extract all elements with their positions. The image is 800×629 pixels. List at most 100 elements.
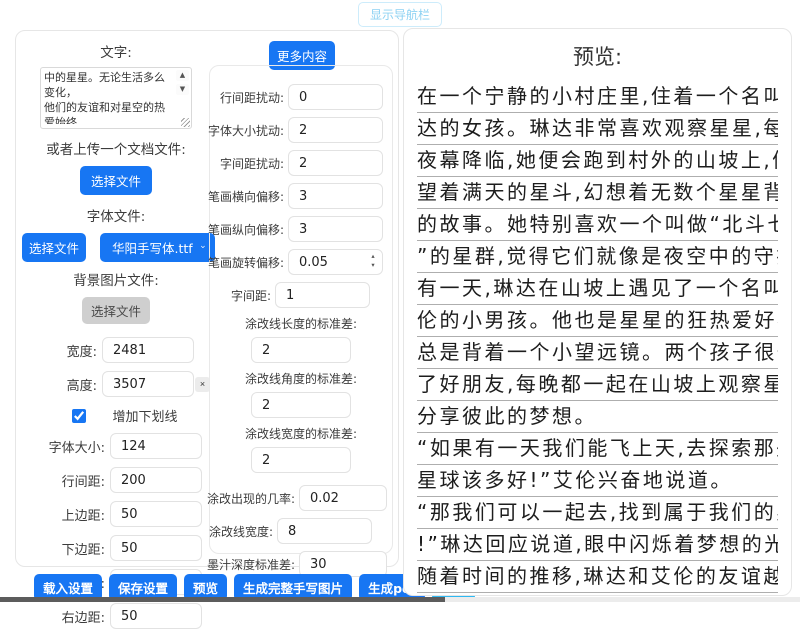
correction-width-input[interactable] bbox=[277, 518, 372, 544]
close-icon[interactable]: × bbox=[195, 377, 210, 392]
font-size-label: 字体大小: bbox=[49, 437, 105, 456]
settings-panel: 文字: 中的星星。无论生活多么变化， 他们的友谊和对星空的热爱始终 闪耀着光芒。… bbox=[15, 30, 399, 567]
correction-width-std-input[interactable] bbox=[251, 447, 351, 473]
top-margin-input[interactable] bbox=[110, 501, 202, 527]
right-margin-label: 右边距: bbox=[62, 607, 105, 626]
spinner-up-icon[interactable]: ▴ bbox=[371, 252, 374, 260]
doc-choose-file-button[interactable]: 选择文件 bbox=[80, 166, 152, 195]
preview-title: 预览: bbox=[404, 41, 791, 71]
height-label: 高度: bbox=[67, 375, 97, 394]
handwriting-line: 在一个宁静的小村庄里,住着一个名叫琳 bbox=[417, 81, 778, 113]
handwriting-line: !”琳达回应说道,眼中闪烁着梦想的光芒。 bbox=[417, 529, 778, 561]
number-spinner[interactable]: ▴ ▾ bbox=[369, 252, 377, 270]
handwriting-line: 伦的小男孩。他也是星星的狂热爱好者, bbox=[417, 305, 778, 337]
line-spacing-row: 行间距: bbox=[16, 467, 202, 493]
right-margin-row: 右边距: bbox=[16, 603, 202, 629]
bg-image-label: 背景图片文件: bbox=[16, 269, 216, 289]
font-file-label: 字体文件: bbox=[16, 205, 216, 225]
correction-length-std-label: 涂改线长度的标准差: bbox=[210, 315, 392, 332]
handwriting-line: 分享彼此的梦想。 bbox=[417, 401, 778, 433]
font-file-row: 选择文件 华阳手写体.ttf ⌄ bbox=[22, 233, 216, 262]
charspacing-label: 字间距: bbox=[231, 287, 271, 304]
show-navbar-button[interactable]: 显示导航栏 bbox=[358, 2, 442, 27]
line-jitter-row: 行间距扰动: bbox=[210, 84, 383, 110]
correction-width-std-row: 涂改线宽度的标准差: bbox=[210, 425, 392, 473]
handwriting-line: 了好朋友,每晚都一起在山坡上观察星星, bbox=[417, 369, 778, 401]
stroke-rotation-row: 笔画旋转偏移: ▴ ▾ bbox=[210, 249, 383, 275]
spinner-down-icon[interactable]: ▾ bbox=[371, 261, 374, 269]
height-row: 高度: × bbox=[16, 371, 194, 397]
bg-choose-file-button[interactable]: 选择文件 bbox=[82, 297, 150, 324]
chevron-down-icon: ⌄ bbox=[199, 241, 207, 251]
scrollbar-thumb[interactable] bbox=[0, 597, 445, 602]
handwriting-line: 星球该多好!”艾伦兴奋地说道。 bbox=[417, 465, 778, 497]
correction-probability-label: 涂改出现的几率: bbox=[207, 490, 295, 507]
width-row: 宽度: bbox=[16, 337, 194, 363]
text-input[interactable]: 中的星星。无论生活多么变化， 他们的友谊和对星空的热爱始终 闪耀着光芒。 bbox=[44, 70, 174, 124]
stroke-h-offset-row: 笔画横向偏移: bbox=[210, 183, 383, 209]
line-jitter-label: 行间距扰动: bbox=[220, 89, 284, 106]
bottom-margin-input[interactable] bbox=[110, 535, 202, 561]
stroke-v-offset-input[interactable] bbox=[288, 216, 383, 242]
charspacing-jitter-label: 字间距扰动: bbox=[220, 155, 284, 172]
handwriting-line: 随着时间的推移,琳达和艾伦的友谊越 bbox=[417, 561, 778, 593]
stroke-h-offset-label: 笔画横向偏移: bbox=[208, 188, 284, 205]
underline-label: 增加下划线 bbox=[112, 406, 177, 425]
right-margin-input[interactable] bbox=[110, 603, 202, 629]
correction-width-label: 涂改线宽度: bbox=[209, 523, 273, 540]
top-margin-label: 上边距: bbox=[62, 505, 105, 524]
underline-row: 增加下划线 bbox=[34, 406, 216, 425]
preview-panel: 预览: 在一个宁静的小村庄里,住着一个名叫琳 达的女孩。琳达非常喜欢观察星星,每… bbox=[403, 28, 792, 596]
handwriting-line: “如果有一天我们能飞上天,去探索那些星 bbox=[417, 433, 778, 465]
handwriting-line: ”的星群,觉得它们就像是夜空中的守护者。 bbox=[417, 241, 778, 273]
scroll-down-icon[interactable]: ▼ bbox=[176, 84, 189, 95]
line-spacing-input[interactable] bbox=[110, 467, 202, 493]
correction-width-row: 涂改线宽度: bbox=[210, 518, 372, 544]
handwriting-line: 来越深厚,他们开始制定一个大胆的计划 bbox=[417, 593, 778, 596]
height-input[interactable] bbox=[102, 371, 194, 397]
handwriting-line: 夜幕降临,她便会跑到村外的山坡上,仰 bbox=[417, 145, 778, 177]
fontsize-jitter-row: 字体大小扰动: bbox=[210, 117, 383, 143]
stroke-rotation-label: 笔画旋转偏移: bbox=[208, 254, 284, 271]
charspacing-input[interactable] bbox=[275, 282, 370, 308]
correction-length-std-row: 涂改线长度的标准差: bbox=[210, 315, 392, 363]
font-select-value: 华阳手写体.ttf bbox=[112, 241, 193, 256]
handwriting-line: “那我们可以一起去,找到属于我们的星星 bbox=[417, 497, 778, 529]
charspacing-row: 字间距: bbox=[210, 282, 370, 308]
correction-angle-std-row: 涂改线角度的标准差: bbox=[210, 370, 392, 418]
scroll-up-icon[interactable]: ▲ bbox=[176, 70, 189, 81]
font-size-input[interactable] bbox=[110, 433, 202, 459]
handwriting-preview: 在一个宁静的小村庄里,住着一个名叫琳 达的女孩。琳达非常喜欢观察星星,每当 夜幕… bbox=[417, 81, 778, 596]
handwriting-line: 的故事。她特别喜欢一个叫做“北斗七星 bbox=[417, 209, 778, 241]
handwriting-line: 达的女孩。琳达非常喜欢观察星星,每当 bbox=[417, 113, 778, 145]
top-margin-row: 上边距: bbox=[16, 501, 202, 527]
text-input-wrapper: 中的星星。无论生活多么变化， 他们的友谊和对星空的热爱始终 闪耀着光芒。 ▲ ▼ bbox=[40, 67, 192, 129]
stroke-v-offset-label: 笔画纵向偏移: bbox=[208, 221, 284, 238]
charspacing-jitter-row: 字间距扰动: bbox=[210, 150, 383, 176]
handwriting-line: 望着满天的星斗,幻想着无数个星星背后 bbox=[417, 177, 778, 209]
stroke-v-offset-row: 笔画纵向偏移: bbox=[210, 216, 383, 242]
line-jitter-input[interactable] bbox=[288, 84, 383, 110]
underline-checkbox[interactable] bbox=[72, 409, 86, 423]
width-input[interactable] bbox=[102, 337, 194, 363]
text-label: 文字: bbox=[16, 41, 216, 61]
charspacing-jitter-input[interactable] bbox=[288, 150, 383, 176]
bottom-margin-row: 下边距: bbox=[16, 535, 202, 561]
font-select[interactable]: 华阳手写体.ttf ⌄ bbox=[100, 233, 215, 262]
font-choose-file-button[interactable]: 选择文件 bbox=[22, 233, 86, 262]
correction-length-std-input[interactable] bbox=[251, 337, 351, 363]
handwriting-line: 总是背着一个小望远镜。两个孩子很快成 bbox=[417, 337, 778, 369]
correction-width-std-label: 涂改线宽度的标准差: bbox=[210, 425, 392, 442]
stroke-h-offset-input[interactable] bbox=[288, 183, 383, 209]
correction-probability-input[interactable] bbox=[299, 485, 387, 511]
correction-probability-row: 涂改出现的几率: bbox=[210, 485, 387, 511]
fontsize-jitter-input[interactable] bbox=[288, 117, 383, 143]
handwriting-line: 有一天,琳达在山坡上遇见了一个名叫艾 bbox=[417, 273, 778, 305]
settings-left-column: 文字: 中的星星。无论生活多么变化， 他们的友谊和对星空的热爱始终 闪耀着光芒。… bbox=[16, 31, 216, 629]
resize-handle-icon[interactable] bbox=[181, 118, 190, 127]
upload-doc-label: 或者上传一个文档文件: bbox=[16, 138, 216, 158]
correction-angle-std-label: 涂改线角度的标准差: bbox=[210, 370, 392, 387]
correction-angle-std-input[interactable] bbox=[251, 392, 351, 418]
bottom-margin-label: 下边距: bbox=[62, 539, 105, 558]
horizontal-scrollbar[interactable] bbox=[0, 597, 800, 602]
